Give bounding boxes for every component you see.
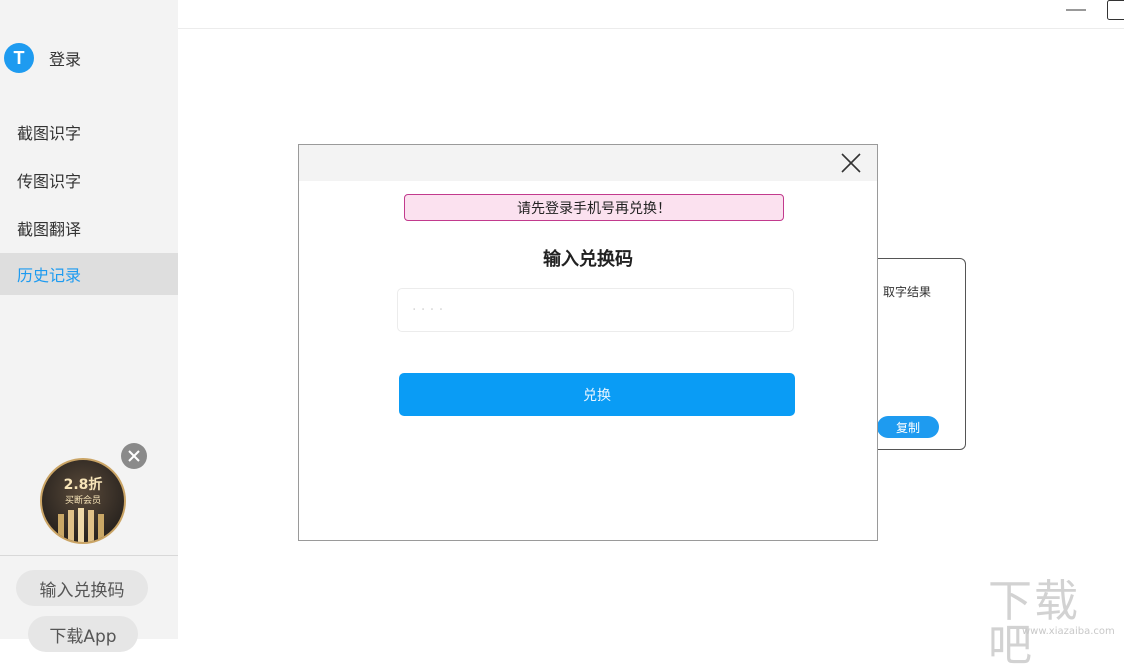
watermark-logo: 下载吧 bbox=[988, 580, 1124, 668]
nav-screenshot-translate[interactable]: 截图翻译 bbox=[0, 207, 178, 249]
site-watermark: 下载吧 www.xiazaiba.com bbox=[988, 580, 1124, 668]
close-icon[interactable] bbox=[839, 151, 863, 175]
promo-subtitle: 买断会员 bbox=[42, 493, 124, 506]
app-logo-avatar[interactable]: T bbox=[4, 43, 34, 73]
nav-upload-image-ocr[interactable]: 传图识字 bbox=[0, 159, 178, 201]
dialog-header bbox=[299, 145, 877, 181]
download-app-button[interactable]: 下载App bbox=[28, 616, 138, 652]
minimize-icon[interactable] bbox=[1064, 0, 1088, 22]
title-bar-divider bbox=[178, 28, 1124, 29]
promo-badge[interactable]: 2.8折 买断会员 bbox=[40, 458, 126, 544]
redeem-code-button[interactable]: 输入兑换码 bbox=[16, 570, 148, 606]
redeem-submit-button[interactable]: 兑换 bbox=[399, 373, 795, 416]
nav-history[interactable]: 历史记录 bbox=[0, 253, 178, 295]
sidebar: T 登录 截图识字 传图识字 截图翻译 历史记录 2.8折 买断会员 输入兑换码… bbox=[0, 0, 178, 639]
redeem-dialog: 请先登录手机号再兑换！ 输入兑换码 兑换 bbox=[298, 144, 878, 541]
promo-price: 2.8折 bbox=[42, 474, 124, 494]
watermark-url: www.xiazaiba.com bbox=[1022, 626, 1115, 637]
login-required-alert: 请先登录手机号再兑换！ bbox=[404, 194, 784, 221]
copy-button[interactable]: 复制 bbox=[877, 416, 939, 438]
maximize-icon[interactable] bbox=[1104, 0, 1124, 22]
login-area[interactable]: T 登录 bbox=[4, 42, 81, 74]
promo-decoration-icon bbox=[54, 508, 114, 544]
promo-close-icon[interactable] bbox=[121, 443, 147, 469]
sidebar-divider bbox=[0, 555, 178, 556]
result-card-title: 取字结果 bbox=[883, 283, 931, 300]
redeem-code-input[interactable] bbox=[397, 288, 794, 332]
nav-screenshot-ocr[interactable]: 截图识字 bbox=[0, 111, 178, 153]
login-link[interactable]: 登录 bbox=[49, 46, 81, 70]
dialog-title: 输入兑换码 bbox=[299, 245, 877, 271]
